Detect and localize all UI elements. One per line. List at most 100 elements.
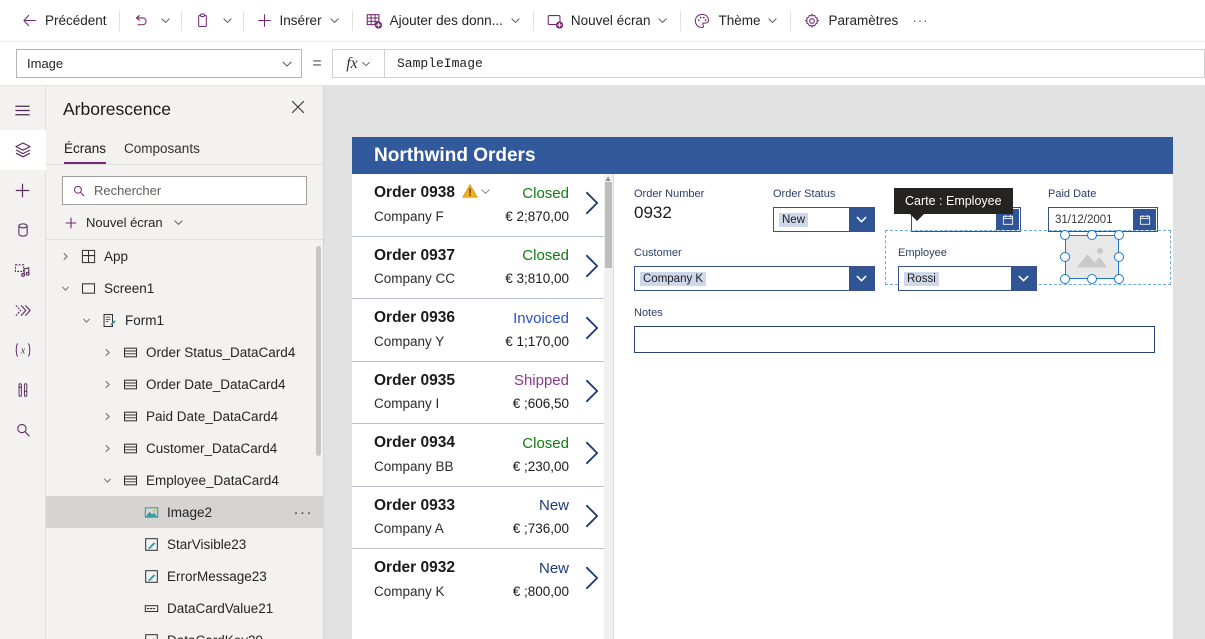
undo-button[interactable] <box>125 5 156 37</box>
gallery-scroll-thumb[interactable] <box>605 182 612 268</box>
overflow-label: ··· <box>912 13 929 28</box>
tree-node-screen1[interactable]: Screen1 <box>46 272 323 304</box>
resize-handle-nw[interactable] <box>1060 230 1070 240</box>
hamburger-icon[interactable] <box>0 90 46 130</box>
selection-frame <box>1065 235 1119 279</box>
chevron-down-icon[interactable] <box>849 208 874 231</box>
property-selector[interactable]: Image <box>16 49 302 78</box>
add-data-button[interactable]: Ajouter des donn... <box>358 5 528 37</box>
tree-node-datacardvalue21[interactable]: DataCardValue21 <box>46 592 323 624</box>
tools-icon[interactable] <box>0 370 46 410</box>
chevron-right-icon[interactable] <box>584 253 601 284</box>
chevron-right-icon[interactable] <box>96 444 118 453</box>
warning-badge[interactable] <box>462 183 491 204</box>
chevron-right-icon[interactable] <box>584 565 601 596</box>
chevron-right-icon[interactable] <box>584 315 601 346</box>
chevron-down-icon[interactable] <box>54 284 76 293</box>
resize-handle-ne[interactable] <box>1114 230 1124 240</box>
input-icon <box>139 601 163 616</box>
employee-dropdown[interactable]: Rossi <box>898 266 1037 291</box>
tree-node-form1[interactable]: Form1 <box>46 304 323 336</box>
resize-handle-n[interactable] <box>1087 230 1097 240</box>
chevron-down-icon[interactable] <box>849 267 874 290</box>
tab-ecrans[interactable]: Écrans <box>64 141 107 164</box>
paid-date-field: Paid Date 31/12/2001 <box>1048 188 1158 232</box>
employee-field: Employee Rossi <box>898 247 1037 291</box>
gear-icon <box>803 12 821 30</box>
formula-input[interactable]: SampleImage <box>384 49 1205 78</box>
tree-node-employee-datacard4[interactable]: Employee_DataCard4 <box>46 464 323 496</box>
component-tree[interactable]: App Screen1 Form1 Order Status_DataCard4 Ord… <box>46 239 323 639</box>
resize-handle-sw[interactable] <box>1060 274 1070 284</box>
order-status: Shipped <box>513 372 569 389</box>
order-id: Order 0934 <box>374 434 455 451</box>
data-icon[interactable] <box>0 210 46 250</box>
customer-dropdown[interactable]: Company K <box>634 266 875 291</box>
power-automate-icon[interactable] <box>0 290 46 330</box>
settings-button[interactable]: Paramètres <box>796 5 905 37</box>
paste-dropdown[interactable] <box>218 7 238 35</box>
calendar-icon[interactable] <box>1133 209 1156 230</box>
tree-node-image2[interactable]: Image2 ··· <box>46 496 323 528</box>
back-button[interactable]: Précédent <box>14 5 114 37</box>
resize-handle-se[interactable] <box>1114 274 1124 284</box>
gallery-row[interactable]: Order 0933 New Company A € ;736,00 <box>352 487 613 549</box>
insert-icon[interactable] <box>0 170 46 210</box>
new-screen-button[interactable]: Nouvel écran <box>539 5 676 37</box>
tree-view-icon[interactable] <box>0 130 46 170</box>
search-input[interactable]: Rechercher <box>62 176 307 205</box>
gallery-scrollbar[interactable]: ▲ ▼ <box>604 174 613 639</box>
media-icon[interactable] <box>0 250 46 290</box>
chevron-right-icon[interactable] <box>96 348 118 357</box>
resize-handle-s[interactable] <box>1087 274 1097 284</box>
chevron-right-icon[interactable] <box>584 190 601 221</box>
resize-handle-e[interactable] <box>1114 252 1124 262</box>
chevron-right-icon[interactable] <box>584 503 601 534</box>
tree-node-order-date-datacard4[interactable]: Order Date_DataCard4 <box>46 368 323 400</box>
chevron-right-icon[interactable] <box>584 378 601 409</box>
new-screen-tree-button[interactable]: Nouvel écran <box>46 209 323 239</box>
close-icon[interactable] <box>287 96 309 123</box>
overflow-button[interactable]: ··· <box>905 5 936 37</box>
tree-node-label: Paid Date_DataCard4 <box>146 408 279 424</box>
tree-scrollbar[interactable] <box>316 246 321 456</box>
gallery-row[interactable]: Order 0934 Closed Company BB € ;230,00 <box>352 424 613 487</box>
tree-node-customer-datacard4[interactable]: Customer_DataCard4 <box>46 432 323 464</box>
paid-date-input[interactable]: 31/12/2001 <box>1048 207 1158 232</box>
tree-node-datacardkey29[interactable]: DataCardKey29 <box>46 624 323 639</box>
notes-input[interactable] <box>634 326 1155 353</box>
customer-value: Company K <box>640 271 707 286</box>
tree-node-starvisible23[interactable]: StarVisible23 <box>46 528 323 560</box>
tree-node-paid-date-datacard4[interactable]: Paid Date_DataCard4 <box>46 400 323 432</box>
gallery-row[interactable]: Order 0936 Invoiced Company Y € 1;170,00 <box>352 299 613 362</box>
tree-node-more-icon[interactable]: ··· <box>294 504 314 521</box>
chevron-down-icon[interactable] <box>75 316 97 325</box>
svg-text:x: x <box>19 346 25 357</box>
order-status-dropdown[interactable]: New <box>773 207 875 232</box>
gallery-row[interactable]: Order 0937 Closed Company CC € 3;810,00 <box>352 237 613 299</box>
theme-button[interactable]: Thème <box>686 5 785 37</box>
chevron-right-icon[interactable] <box>584 440 601 471</box>
tab-composants[interactable]: Composants <box>124 141 200 164</box>
chevron-right-icon[interactable] <box>54 252 76 261</box>
paste-button[interactable] <box>187 5 218 37</box>
fx-button[interactable]: fx <box>332 49 384 78</box>
variables-icon[interactable]: x <box>0 330 46 370</box>
tree-node-order-status-datacard4[interactable]: Order Status_DataCard4 <box>46 336 323 368</box>
chevron-right-icon[interactable] <box>96 412 118 421</box>
undo-dropdown[interactable] <box>156 7 176 35</box>
tree-node-app[interactable]: App <box>46 240 323 272</box>
chevron-down-icon[interactable] <box>96 476 118 485</box>
chevron-right-icon[interactable] <box>96 380 118 389</box>
chevron-down-icon[interactable] <box>1011 267 1036 290</box>
tree-node-errormessage23[interactable]: ErrorMessage23 <box>46 560 323 592</box>
resize-handle-w[interactable] <box>1060 252 1070 262</box>
orders-gallery[interactable]: Order 0938 Closed Company F € 2;870,00 Order… <box>352 174 614 639</box>
chevron-down-icon[interactable] <box>480 184 491 202</box>
gallery-row[interactable]: Order 0935 Shipped Company I € ;606,50 <box>352 362 613 424</box>
search-icon[interactable] <box>0 410 46 450</box>
gallery-row[interactable]: Order 0938 Closed Company F € 2;870,00 <box>352 174 613 237</box>
insert-button[interactable]: Insérer <box>249 5 347 37</box>
paid-date-label: Paid Date <box>1048 188 1097 200</box>
gallery-row[interactable]: Order 0932 New Company K € ;800,00 <box>352 549 613 612</box>
